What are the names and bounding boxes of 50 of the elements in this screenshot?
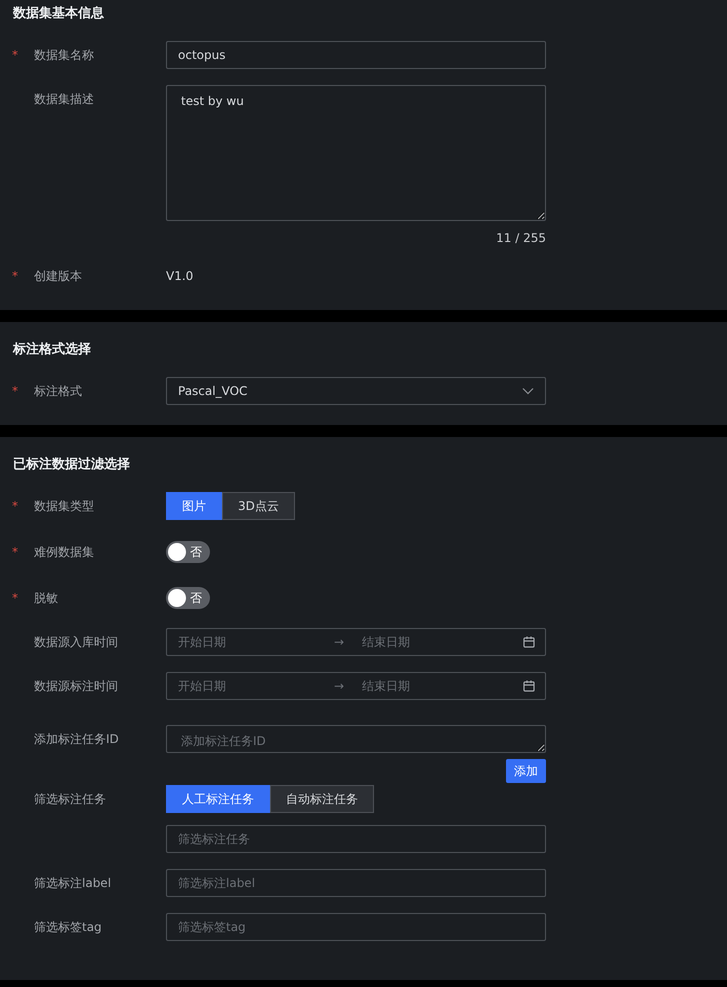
end-date-input[interactable]: 结束日期	[351, 633, 511, 651]
field-label: 筛选标签tag	[34, 919, 102, 936]
calendar-icon	[523, 680, 535, 692]
segment-tab[interactable]: 图片	[166, 492, 222, 520]
field-label: 数据集描述	[34, 91, 94, 108]
field-label: 难例数据集	[34, 544, 94, 561]
segment-tab[interactable]: 人工标注任务	[166, 785, 270, 813]
field-label: 创建版本	[34, 268, 82, 285]
date-range-picker[interactable]: 开始日期 → 结束日期	[166, 672, 546, 700]
field-value: V1.0	[166, 268, 194, 285]
field-label: 标注格式	[34, 383, 82, 400]
text-area[interactable]: 添加标注任务ID	[166, 725, 546, 753]
start-date-input[interactable]: 开始日期	[167, 633, 327, 651]
range-separator: →	[332, 634, 346, 651]
field-label: 数据集名称	[34, 47, 94, 64]
field-label: 数据源标注时间	[34, 678, 118, 695]
text-input[interactable]: 筛选标注任务	[166, 825, 546, 853]
required-asterisk: *	[12, 544, 19, 561]
end-date-input[interactable]: 结束日期	[351, 677, 511, 695]
required-asterisk: *	[12, 47, 19, 64]
required-asterisk: *	[12, 498, 19, 515]
selected-value: Pascal_VOC	[178, 383, 248, 400]
segment-tab[interactable]: 3D点云	[222, 492, 295, 520]
character-counter: 11 / 255	[496, 230, 546, 246]
field-label: 添加标注任务ID	[34, 731, 119, 748]
field-label: 筛选标注label	[34, 875, 112, 892]
field-label: 筛选标注任务	[34, 791, 106, 808]
section-title: 标注格式选择	[13, 341, 91, 359]
start-date-input[interactable]: 开始日期	[167, 677, 327, 695]
text-input[interactable]: 筛选标签tag	[166, 913, 546, 941]
toggle-switch[interactable]: 否	[166, 541, 210, 563]
text-area[interactable]: test by wu	[166, 85, 546, 221]
required-asterisk: *	[12, 590, 19, 607]
segment-tab[interactable]: 自动标注任务	[270, 785, 374, 813]
field-label: 脱敏	[34, 590, 58, 607]
field-label: 数据源入库时间	[34, 634, 118, 651]
required-asterisk: *	[12, 383, 19, 400]
toggle-switch[interactable]: 否	[166, 587, 210, 609]
required-asterisk: *	[12, 268, 19, 285]
text-input[interactable]: 筛选标注label	[166, 869, 546, 897]
calendar-icon	[523, 636, 535, 648]
text-input[interactable]: octopus	[166, 41, 546, 69]
add-button[interactable]: 添加	[506, 759, 546, 783]
section-title: 已标注数据过滤选择	[13, 456, 130, 474]
date-range-picker[interactable]: 开始日期 → 结束日期	[166, 628, 546, 656]
chevron-down-icon	[522, 387, 534, 395]
range-separator: →	[332, 678, 346, 695]
field-label: 数据集类型	[34, 498, 94, 515]
select-field[interactable]: Pascal_VOC	[166, 377, 546, 405]
section-title: 数据集基本信息	[13, 5, 104, 23]
